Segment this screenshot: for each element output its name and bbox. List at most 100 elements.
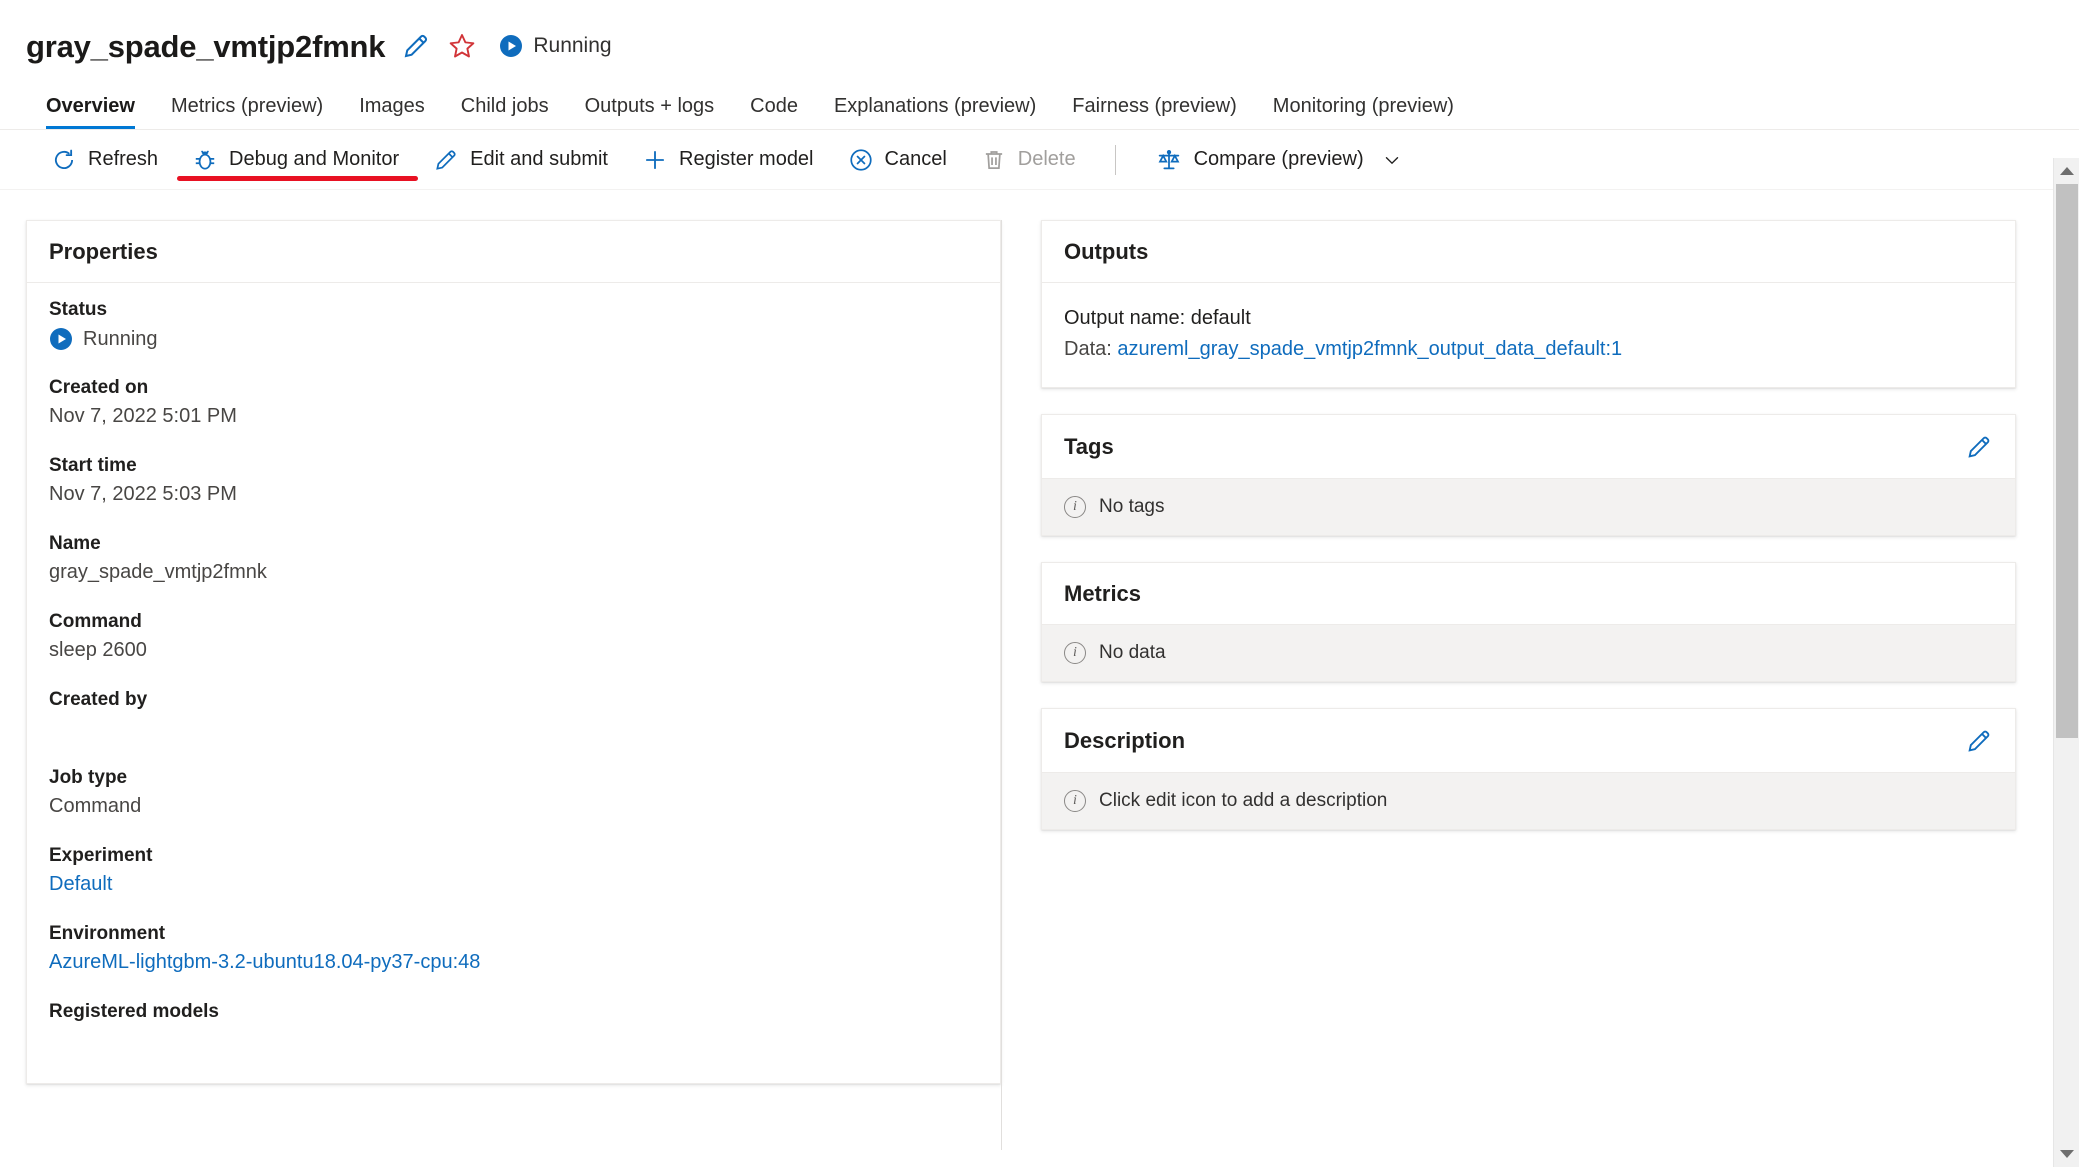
left-column: Properties Status Running Created on Nov…	[26, 220, 1001, 1167]
metrics-empty-text: No data	[1099, 642, 1166, 663]
output-data-label: Data:	[1064, 338, 1118, 360]
property-command: Command sleep 2600	[49, 611, 978, 663]
scroll-down-arrow[interactable]	[2054, 1141, 2079, 1167]
metrics-title: Metrics	[1064, 581, 1142, 606]
running-play-icon	[500, 35, 523, 57]
compare-label: Compare (preview)	[1193, 148, 1364, 170]
property-label: Status	[49, 299, 108, 320]
compare-preview-button[interactable]: Compare (preview)	[1138, 138, 1420, 182]
tab-images[interactable]: Images	[341, 96, 443, 129]
output-data-row: Data: azureml_gray_spade_vmtjp2fmnk_outp…	[1064, 334, 1993, 365]
running-play-icon	[50, 328, 72, 350]
tab-label: Outputs + logs	[584, 95, 715, 117]
description-title: Description	[1064, 728, 1186, 753]
column-divider	[1001, 220, 1002, 1150]
plus-icon	[645, 150, 665, 169]
property-value	[49, 1029, 978, 1053]
properties-card-header: Properties	[27, 221, 1000, 283]
header-status-label: Running	[533, 34, 612, 57]
bug-icon	[195, 150, 215, 170]
description-card: Description i Click edit icon to add a d…	[1041, 708, 2016, 830]
trash-icon	[985, 150, 1002, 169]
register-model-button[interactable]: Register model	[625, 138, 831, 182]
tab-overview[interactable]: Overview	[28, 96, 153, 129]
property-value	[49, 717, 978, 741]
tab-label: Fairness (preview)	[1072, 95, 1237, 117]
experiment-link[interactable]: Default	[49, 873, 978, 897]
edit-and-submit-button[interactable]: Edit and submit	[416, 138, 625, 182]
cancel-button[interactable]: Cancel	[831, 138, 964, 182]
chevron-down-icon	[1385, 156, 1398, 164]
edit-and-submit-label: Edit and submit	[470, 148, 608, 170]
content-area: Properties Status Running Created on Nov…	[0, 190, 2079, 1167]
page-header: gray_spade_vmtjp2fmnk Running	[0, 0, 2079, 66]
refresh-label: Refresh	[88, 148, 159, 170]
property-label: Registered models	[49, 1001, 219, 1022]
tab-outputs-logs[interactable]: Outputs + logs	[567, 96, 733, 129]
property-job-type: Job type Command	[49, 767, 978, 819]
tags-card: Tags i No tags	[1041, 414, 2016, 536]
column-spacer	[1001, 220, 1041, 1167]
properties-title: Properties	[49, 239, 158, 264]
tags-card-header: Tags	[1042, 415, 2015, 479]
chevron-up-icon	[2060, 167, 2074, 175]
toolbar-divider	[1114, 144, 1116, 175]
tab-label: Monitoring (preview)	[1272, 95, 1454, 117]
property-registered-models: Registered models	[49, 1001, 978, 1053]
tags-empty-state: i No tags	[1042, 479, 2015, 535]
property-label: Start time	[49, 455, 137, 476]
register-model-label: Register model	[679, 148, 814, 170]
property-label: Experiment	[49, 845, 153, 866]
right-column: Outputs Output name: default Data: azure…	[1041, 220, 2016, 1167]
info-icon: i	[1064, 496, 1086, 518]
property-label: Name	[49, 533, 101, 554]
property-value: Running	[49, 327, 978, 351]
property-start-time: Start time Nov 7, 2022 5:03 PM	[49, 455, 978, 507]
tab-label: Images	[359, 95, 425, 117]
output-name-text: Output name: default	[1064, 307, 1251, 329]
outputs-title: Outputs	[1064, 239, 1149, 264]
vertical-scrollbar[interactable]	[2053, 158, 2079, 1167]
refresh-button[interactable]: Refresh	[34, 138, 175, 182]
property-label: Command	[49, 611, 142, 632]
debug-and-monitor-button[interactable]: Debug and Monitor	[175, 138, 419, 182]
refresh-icon	[54, 149, 74, 169]
tab-metrics-preview[interactable]: Metrics (preview)	[153, 96, 341, 129]
rename-pencil-icon[interactable]	[401, 31, 431, 61]
scroll-up-arrow[interactable]	[2054, 158, 2079, 184]
job-details-page: gray_spade_vmtjp2fmnk Running Overview M…	[0, 0, 2079, 1167]
delete-button: Delete	[964, 138, 1093, 182]
tab-child-jobs[interactable]: Child jobs	[443, 96, 567, 129]
tab-fairness-preview[interactable]: Fairness (preview)	[1054, 96, 1254, 129]
property-label: Job type	[49, 767, 128, 788]
tab-label: Code	[750, 95, 798, 117]
chevron-down-icon	[2060, 1150, 2074, 1158]
tab-explanations-preview[interactable]: Explanations (preview)	[816, 96, 1054, 129]
property-status: Status Running	[49, 299, 978, 351]
scrollbar-thumb[interactable]	[2056, 184, 2078, 738]
property-created-by: Created by	[49, 689, 978, 741]
outputs-card-header: Outputs	[1042, 221, 2015, 283]
property-label: Created on	[49, 377, 149, 398]
pencil-icon	[436, 149, 456, 170]
metrics-empty-state: i No data	[1042, 625, 2015, 681]
description-edit-pencil-icon[interactable]	[1965, 727, 1993, 755]
tab-code[interactable]: Code	[732, 96, 816, 129]
header-status: Running	[499, 34, 612, 58]
property-value: gray_spade_vmtjp2fmnk	[49, 561, 267, 583]
description-empty-state: i Click edit icon to add a description	[1042, 773, 2015, 829]
description-empty-text: Click edit icon to add a description	[1099, 790, 1388, 811]
property-name: Name gray_spade_vmtjp2fmnk	[49, 533, 978, 585]
properties-card: Properties Status Running Created on Nov…	[26, 220, 1001, 1084]
favorite-star-icon[interactable]	[447, 31, 477, 61]
tags-edit-pencil-icon[interactable]	[1965, 433, 1993, 461]
description-card-header: Description	[1042, 709, 2015, 773]
output-data-link[interactable]: azureml_gray_spade_vmtjp2fmnk_output_dat…	[1117, 338, 1622, 360]
cancel-circle-icon	[849, 148, 872, 171]
tab-label: Overview	[46, 95, 135, 117]
properties-list: Status Running Created on Nov 7, 2022 5:…	[27, 283, 1000, 1083]
tab-label: Metrics (preview)	[170, 95, 324, 117]
tab-monitoring-preview[interactable]: Monitoring (preview)	[1255, 96, 1472, 129]
environment-link[interactable]: AzureML-lightgbm-3.2-ubuntu18.04-py37-cp…	[49, 951, 978, 975]
cancel-label: Cancel	[884, 148, 947, 170]
